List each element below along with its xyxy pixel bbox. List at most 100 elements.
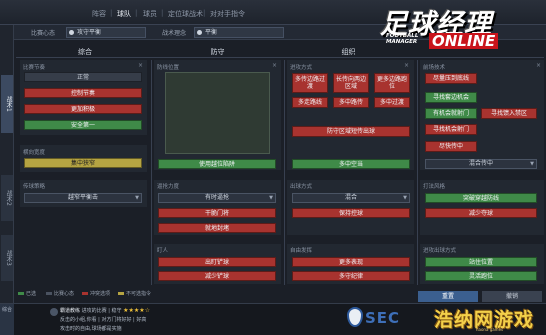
column-divider — [417, 60, 418, 285]
sidebar-tab-tactic-2[interactable]: 战术2 — [1, 175, 13, 221]
section-title-organization: 组织 — [341, 48, 356, 56]
tab-opposition-instructions[interactable]: 对对手指令 — [210, 9, 245, 19]
tempo-label: 比赛节奏 — [23, 65, 46, 71]
shoot-less-button[interactable]: 寻找机会射门 — [425, 124, 477, 135]
close-icon[interactable]: × — [536, 62, 541, 69]
work-ball-box-button[interactable]: 尽量压到底线 — [425, 73, 477, 84]
dribble-less-button[interactable]: 减少夺球 — [425, 208, 537, 218]
sidebar-tab-tactic-1[interactable]: 战术1 — [1, 75, 13, 133]
chevron-down-icon: ▼ — [135, 195, 139, 201]
exploit-space-button[interactable]: 多中空当 — [292, 159, 410, 169]
tab-set-pieces[interactable]: 定位球战术 — [168, 9, 203, 19]
play-style-label: 打法风格 — [423, 184, 446, 190]
footer-side-tab[interactable]: 综合 — [0, 304, 14, 335]
logo-fm-line2: MANAGER — [386, 39, 418, 45]
mentality-value: 攻守平衡 — [77, 29, 102, 36]
chevron-down-icon: ▼ — [403, 195, 407, 201]
crossing-dropdown[interactable]: 混合传中 ▼ — [425, 159, 537, 169]
tab-separator: | — [161, 9, 164, 17]
creative-freedom-label: 自由发挥 — [290, 248, 313, 254]
run-at-defence-button[interactable]: 突破穿越防线 — [425, 193, 537, 203]
central-route-button[interactable]: 多中路传 — [333, 97, 369, 108]
team-shape-value: 平衡 — [205, 29, 218, 36]
width-narrow-button[interactable]: 集中狭窄 — [24, 158, 142, 168]
stay-on-feet-button[interactable]: 就地封堵 — [158, 223, 276, 233]
column-divider — [151, 60, 152, 285]
site-watermark: 浩纳网游戏 haona games — [418, 296, 544, 333]
legend-swatch-mentality — [46, 292, 52, 295]
tab-players[interactable]: 球员 — [143, 9, 157, 19]
passing-dropdown[interactable]: 越窄平衡击 ▼ — [24, 193, 142, 203]
look-overlap-button[interactable]: 寻找套边机会 — [425, 92, 477, 103]
hold-position-button[interactable]: 站住位置 — [425, 257, 537, 267]
buildup-dropdown-value: 混合 — [344, 194, 357, 201]
instruction-legend: 已选 比赛心态 冲突选项 不可选指令 — [14, 289, 414, 299]
close-icon[interactable]: × — [138, 62, 143, 69]
close-icon[interactable]: × — [272, 62, 277, 69]
marking-label: 盯人 — [157, 248, 169, 254]
legend-swatch-selected — [18, 292, 24, 295]
legend-mentality: 比赛心态 — [54, 291, 75, 297]
shape-icon — [197, 30, 202, 35]
tab-separator: | — [110, 9, 113, 17]
footer-line-2: 反击的小组,你看 | 对方门将好好 | 好高 — [60, 317, 147, 323]
crossing-dropdown-value: 混合传中 — [468, 160, 493, 167]
tab-lineup[interactable]: 阵容 — [92, 9, 106, 19]
buildup-label: 出球方式 — [290, 184, 313, 190]
get-stuck-in-button[interactable]: 出盯铲球 — [158, 257, 276, 267]
chevron-down-icon: ▼ — [530, 161, 534, 167]
final-third-label: 前场技术 — [423, 65, 446, 71]
section-title-general: 综合 — [78, 48, 92, 56]
pressing-label: 逼抢力度 — [157, 184, 180, 190]
close-icon[interactable]: × — [404, 62, 409, 69]
tempo-control-button[interactable]: 控制节奏 — [24, 88, 142, 98]
watermark-subtext: haona games — [476, 327, 504, 332]
manager-style: 霸道教练 — [60, 308, 81, 314]
cross-early-button[interactable]: 尽快传中 — [425, 141, 477, 152]
overlap-right-button[interactable]: 更多边路跑位 — [374, 73, 410, 93]
long-wide-button[interactable]: 长传向两边区域 — [333, 73, 369, 93]
legend-swatch-conflict — [82, 292, 88, 295]
roam-button[interactable]: 灵活跑位 — [425, 271, 537, 281]
section-title-defense: 防守 — [210, 48, 225, 56]
tab-separator: | — [135, 9, 138, 17]
sidebar-tab-tactic-3[interactable]: 战术3 — [1, 235, 13, 281]
section-divider — [16, 57, 544, 58]
defensive-line-pitch[interactable] — [165, 72, 270, 154]
tempo-safe-button[interactable]: 安全第一 — [24, 120, 142, 130]
pressing-dropdown[interactable]: 有时逼抢 ▼ — [158, 193, 276, 203]
wide-route-button[interactable]: 多走路线 — [292, 97, 328, 108]
tackle-hard-button[interactable]: 干脆门将 — [158, 208, 276, 218]
defensive-line-label: 防线位置 — [157, 65, 180, 71]
pressing-dropdown-value: 有时逼抢 — [204, 194, 229, 201]
offside-trap-button[interactable]: 使用越位陷阱 — [158, 159, 276, 169]
more-disciplined-button[interactable]: 多守纪律 — [292, 271, 410, 281]
footer-line-1: 霸道教练 进攻的比赛 | 稳守 ★★★★☆ — [60, 307, 150, 314]
team-shape-dropdown[interactable]: 平衡 — [194, 27, 284, 38]
mentality-dropdown[interactable]: 攻守平衡 — [66, 27, 146, 38]
tab-team[interactable]: 球队 — [117, 9, 131, 19]
more-expressive-button[interactable]: 更多表现 — [292, 257, 410, 267]
pass-into-box-button[interactable]: 寻找馈入禁区 — [481, 108, 537, 119]
tab-separator: | — [203, 9, 206, 17]
buildup-dropdown[interactable]: 混合 ▼ — [292, 193, 410, 203]
team-shape-label: 战术理念 — [162, 30, 187, 37]
attack-style-label: 进攻方式 — [290, 65, 313, 71]
legend-unavailable: 不可选指令 — [126, 291, 152, 297]
retain-possession-button[interactable]: 保持控球 — [292, 208, 410, 218]
tempo-positive-button[interactable]: 更加积极 — [24, 104, 142, 114]
shoot-on-sight-button[interactable]: 有机会就射门 — [425, 108, 477, 119]
legend-selected: 已选 — [26, 291, 37, 297]
width-label: 横向宽度 — [23, 150, 46, 156]
passing-dropdown-value: 越窄平衡击 — [67, 194, 98, 201]
passing-label: 传球策略 — [23, 184, 46, 190]
play-out-defence-button[interactable]: 防守区域短传出球 — [292, 126, 410, 137]
ease-off-tackles-button[interactable]: 减少铲球 — [158, 271, 276, 281]
tempo-normal-button[interactable]: 正常 — [24, 72, 142, 82]
overlap-left-button[interactable]: 多传边路过渡 — [292, 73, 328, 93]
logo-online: ONLINE — [429, 33, 499, 49]
chevron-down-icon: ▼ — [269, 195, 273, 201]
legend-swatch-unavailable — [118, 292, 124, 295]
mid-transition-button[interactable]: 多中过渡 — [374, 97, 410, 108]
manager-style-detail: 进攻的比赛 | 稳守 — [81, 308, 122, 314]
